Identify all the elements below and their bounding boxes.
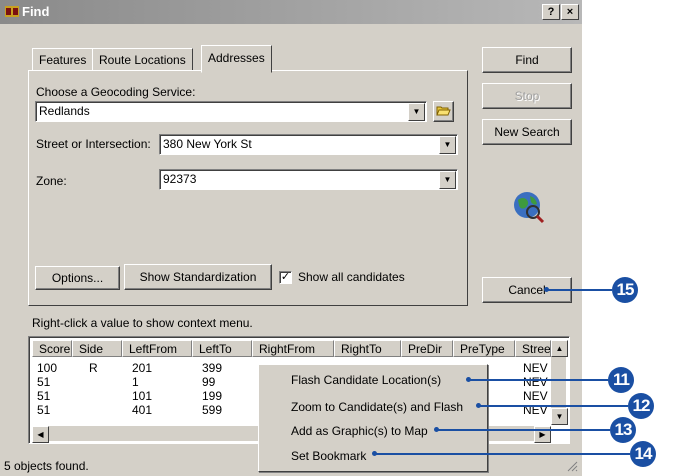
column-rightfrom[interactable]: RightFrom bbox=[252, 340, 334, 357]
callout-12-leader bbox=[478, 405, 628, 407]
resize-grip-icon[interactable] bbox=[566, 460, 578, 472]
column-rightto[interactable]: RightTo bbox=[334, 340, 401, 357]
column-leftto[interactable]: LeftTo bbox=[192, 340, 252, 357]
callout-13-leader bbox=[436, 429, 610, 431]
scroll-down-icon[interactable]: ▼ bbox=[551, 408, 568, 425]
callout-15-leader bbox=[546, 289, 612, 291]
tab-addresses[interactable]: Addresses bbox=[201, 45, 272, 73]
options-button[interactable]: Options... bbox=[35, 266, 120, 290]
vertical-scrollbar[interactable]: ▲ ▼ bbox=[551, 340, 568, 425]
geocoding-service-label: Choose a Geocoding Service: bbox=[36, 85, 196, 99]
column-side[interactable]: Side bbox=[72, 340, 122, 357]
binoculars-icon bbox=[5, 6, 19, 17]
cell-leftto: 99 bbox=[202, 375, 216, 389]
cell-leftfrom: 101 bbox=[132, 389, 153, 403]
browse-button[interactable] bbox=[433, 101, 454, 122]
callout-11-leader bbox=[468, 379, 608, 381]
addresses-panel: Choose a Geocoding Service: Redlands ▼ S… bbox=[28, 70, 468, 306]
column-leftfrom[interactable]: LeftFrom bbox=[122, 340, 192, 357]
callout-14-leader bbox=[374, 453, 630, 455]
menu-item-zoom-flash[interactable]: Zoom to Candidate(s) and Flash bbox=[291, 400, 463, 414]
cell-street: NEV bbox=[523, 389, 548, 403]
cell-leftfrom: 201 bbox=[132, 361, 153, 375]
globe-search-icon bbox=[514, 192, 545, 224]
street-input[interactable]: 380 New York St ▼ bbox=[159, 134, 458, 155]
show-all-label: Show all candidates bbox=[298, 270, 405, 284]
chevron-down-icon[interactable]: ▼ bbox=[408, 103, 425, 121]
cell-leftto: 399 bbox=[202, 361, 223, 375]
column-predir[interactable]: PreDir bbox=[401, 340, 453, 357]
results-hint: Right-click a value to show context menu… bbox=[32, 316, 253, 330]
scroll-left-icon[interactable]: ◀ bbox=[32, 426, 49, 443]
zone-value: 92373 bbox=[163, 172, 197, 186]
callout-13: 13 bbox=[610, 417, 636, 443]
chevron-down-icon[interactable]: ▼ bbox=[439, 136, 456, 154]
tab-features[interactable]: Features bbox=[32, 48, 94, 72]
cell-side: R bbox=[89, 361, 98, 375]
show-all-checkbox[interactable]: ✓ bbox=[279, 271, 292, 284]
cell-score: 51 bbox=[37, 403, 51, 417]
cell-street: NEV bbox=[523, 375, 548, 389]
find-button[interactable]: Find bbox=[482, 47, 572, 73]
column-pretype[interactable]: PreType bbox=[453, 340, 515, 357]
cell-street: NEV bbox=[523, 361, 548, 375]
geocoding-service-value: Redlands bbox=[39, 104, 90, 118]
help-button[interactable]: ? bbox=[542, 4, 560, 20]
zone-label: Zone: bbox=[36, 174, 67, 188]
menu-item-flash[interactable]: Flash Candidate Location(s) bbox=[291, 373, 441, 387]
column-score[interactable]: Score bbox=[32, 340, 72, 357]
scroll-up-icon[interactable]: ▲ bbox=[551, 340, 568, 357]
window-title: Find bbox=[22, 4, 50, 19]
stop-button[interactable]: Stop bbox=[482, 83, 572, 109]
menu-item-set-bookmark[interactable]: Set Bookmark bbox=[291, 449, 366, 463]
title-bar[interactable]: Find ? × bbox=[0, 0, 582, 24]
close-button[interactable]: × bbox=[561, 4, 579, 20]
callout-14: 14 bbox=[630, 441, 656, 467]
menu-item-add-graphic[interactable]: Add as Graphic(s) to Map bbox=[291, 424, 428, 438]
open-folder-icon bbox=[436, 106, 451, 116]
cell-leftfrom: 401 bbox=[132, 403, 153, 417]
chevron-down-icon[interactable]: ▼ bbox=[439, 171, 456, 189]
callout-15: 15 bbox=[612, 277, 638, 303]
cell-score: 51 bbox=[37, 375, 51, 389]
street-value: 380 New York St bbox=[163, 137, 252, 151]
cell-leftto: 599 bbox=[202, 403, 223, 417]
cell-leftfrom: 1 bbox=[132, 375, 139, 389]
street-label: Street or Intersection: bbox=[36, 137, 151, 151]
cell-score: 51 bbox=[37, 389, 51, 403]
callout-12: 12 bbox=[628, 393, 654, 419]
cell-leftto: 199 bbox=[202, 389, 223, 403]
new-search-button[interactable]: New Search bbox=[482, 119, 572, 145]
callout-11: 11 bbox=[608, 367, 634, 393]
column-street[interactable]: Stree bbox=[515, 340, 551, 357]
zone-input[interactable]: 92373 ▼ bbox=[159, 169, 458, 190]
geocoding-service-dropdown[interactable]: Redlands ▼ bbox=[35, 101, 427, 122]
show-standardization-button[interactable]: Show Standardization bbox=[124, 264, 272, 290]
cell-score: 100 bbox=[37, 361, 58, 375]
status-text: 5 objects found. bbox=[4, 459, 89, 473]
tab-route-locations[interactable]: Route Locations bbox=[92, 48, 193, 72]
